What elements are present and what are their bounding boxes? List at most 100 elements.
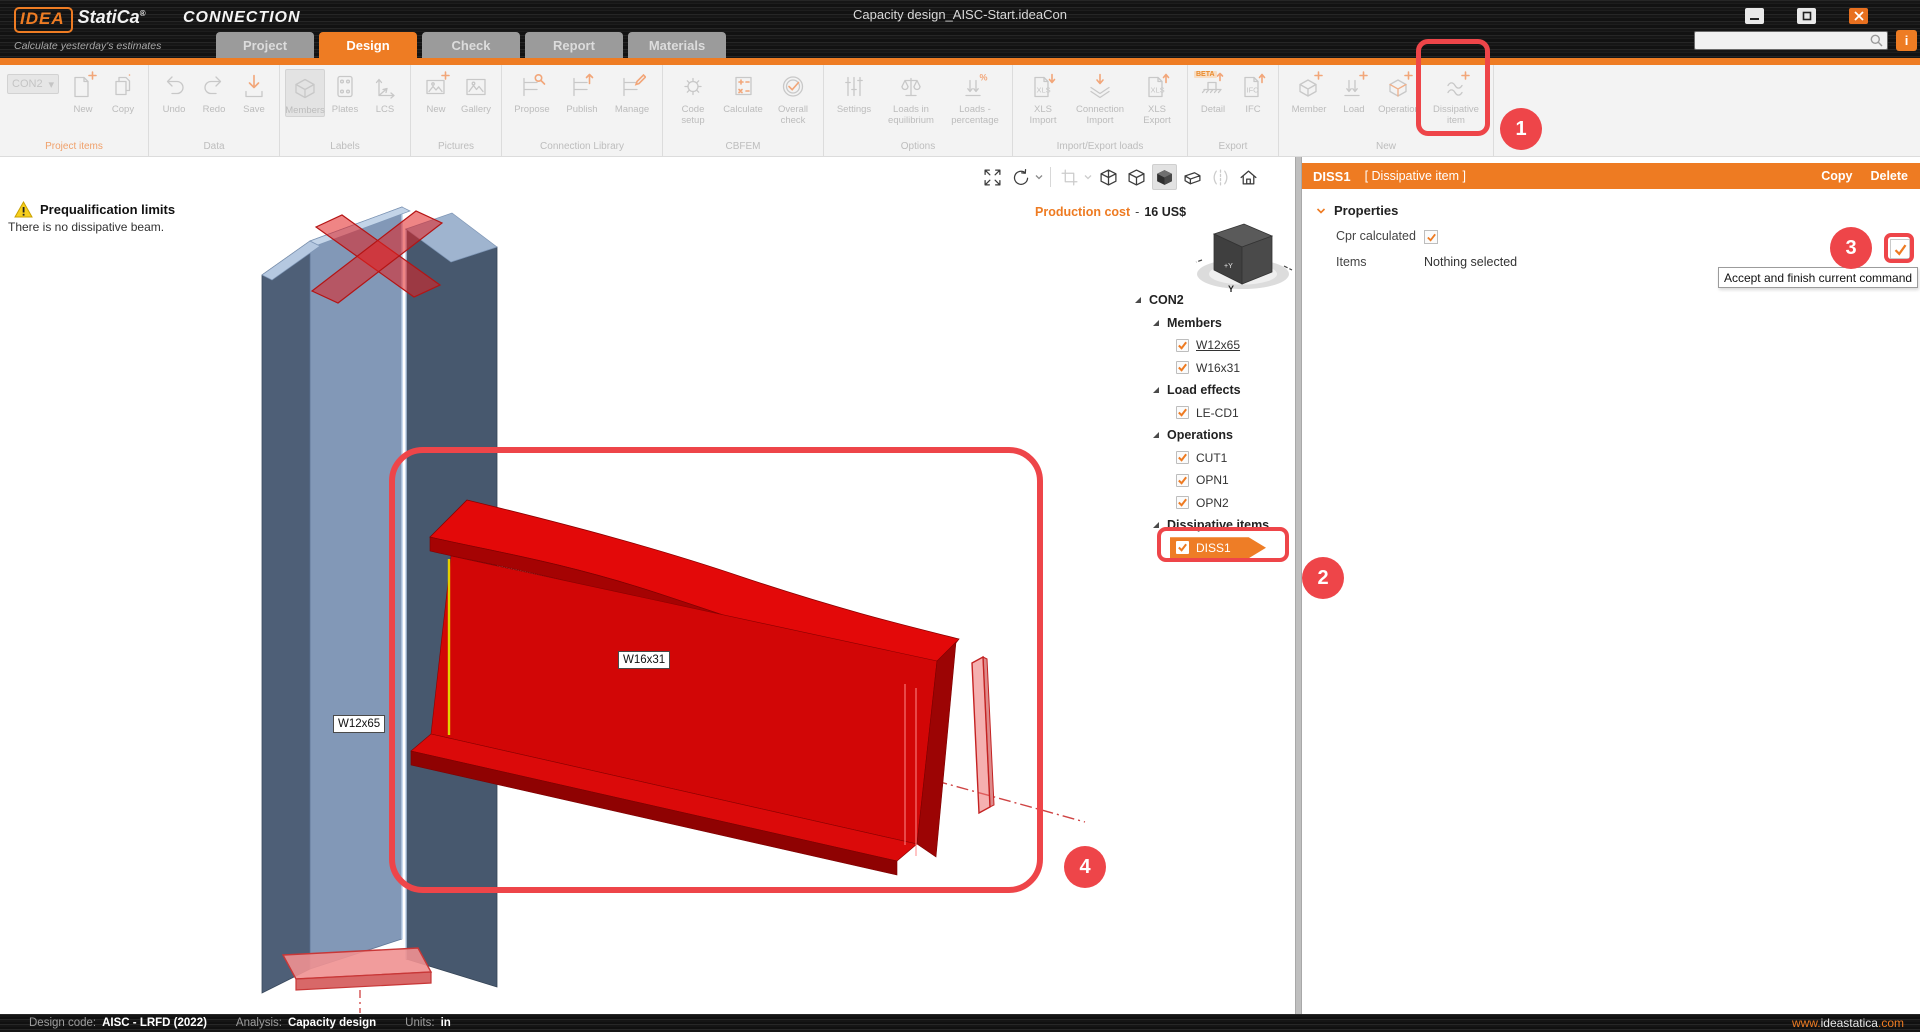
viewtool-rotate-button[interactable] [1008, 164, 1033, 190]
tree-checkbox[interactable] [1176, 406, 1189, 419]
ribbon-group-label: New [1279, 141, 1493, 157]
collapse-icon[interactable] [1152, 319, 1160, 327]
collapse-icon[interactable] [1134, 296, 1142, 304]
ribbon-button-load[interactable]: Load [1334, 69, 1374, 115]
ribbon-button-xls-export[interactable]: XLSXLS Export [1132, 69, 1182, 126]
viewtool-home-button[interactable] [1236, 164, 1261, 190]
tree-group-label: Dissipative items [1167, 518, 1269, 532]
ribbon-button-label: Save [243, 104, 265, 115]
tree-item-label: LE-CD1 [1196, 406, 1239, 420]
ribbon-button-member[interactable]: Member [1284, 69, 1334, 115]
tree-item-w12x65[interactable]: W12x65 [1132, 334, 1294, 357]
ribbon-button-label: Calculate [723, 104, 763, 115]
tree-group-operations[interactable]: Operations [1132, 424, 1294, 447]
website-link[interactable]: www.ideastatica.com [1792, 1016, 1904, 1030]
tab-design[interactable]: Design [319, 32, 417, 58]
tree-group-members[interactable]: Members [1132, 312, 1294, 335]
ribbon-button-calculate[interactable]: Calculate [718, 69, 768, 115]
cpr-calculated-checkbox[interactable] [1424, 230, 1438, 244]
tree-item-diss1[interactable]: DISS1 [1132, 537, 1294, 560]
tab-materials[interactable]: Materials [628, 32, 726, 58]
ribbon-button-lcs[interactable]: LCS [365, 69, 405, 115]
check-icon [1177, 407, 1188, 418]
ribbon-button-settings[interactable]: Settings [829, 69, 879, 115]
ribbon-button-new[interactable]: New [416, 69, 456, 115]
ribbon-button-manage[interactable]: Manage [607, 69, 657, 115]
tree-root-label: CON2 [1149, 293, 1184, 307]
collapse-icon[interactable] [1152, 431, 1160, 439]
tree-checkbox[interactable] [1176, 451, 1189, 464]
tree-checkbox[interactable] [1176, 541, 1189, 554]
tree-checkbox[interactable] [1176, 474, 1189, 487]
ribbon-button-xls-import[interactable]: XLSXLS Import [1018, 69, 1068, 126]
ribbon-button-overall-check[interactable]: Overall check [768, 69, 818, 126]
ribbon-button-dissipative-item[interactable]: Dissipative item [1424, 69, 1488, 126]
info-icon: i [1905, 33, 1909, 48]
tree-group-dissipative-items[interactable]: Dissipative items [1132, 514, 1294, 537]
ribbon-button-plates[interactable]: Plates [325, 69, 365, 115]
ribbon-button-ifc[interactable]: IFCIFC [1233, 69, 1273, 115]
ribbon-button-loads-percentage[interactable]: %Loads - percentage [943, 69, 1007, 126]
tree-item-w16x31[interactable]: W16x31 [1132, 357, 1294, 380]
ribbon-button-save[interactable]: Save [234, 69, 274, 115]
viewtool-section-button[interactable] [1057, 164, 1082, 190]
ribbon-button-members[interactable]: Members [285, 69, 325, 117]
ribbon-button-label: Load [1343, 104, 1364, 115]
ribbon-button-detail[interactable]: BETADetail [1193, 69, 1233, 115]
gallery-icon [462, 70, 490, 103]
viewtool-fit-button[interactable] [980, 164, 1005, 190]
tree-group-load-effects[interactable]: Load effects [1132, 379, 1294, 402]
tab-check[interactable]: Check [422, 32, 520, 58]
ribbon-button-undo[interactable]: Undo [154, 69, 194, 115]
ribbon-button-copy[interactable]: Copy [103, 69, 143, 115]
accept-command-checkbox[interactable] [1890, 239, 1910, 259]
tab-project[interactable]: Project [216, 32, 314, 58]
tree-item-opn2[interactable]: OPN2 [1132, 492, 1294, 515]
properties-section[interactable]: Properties [1316, 203, 1398, 218]
viewtool-cube-solid-button[interactable] [1152, 164, 1177, 190]
ribbon-button-publish[interactable]: Publish [557, 69, 607, 115]
tree-item-opn1[interactable]: OPN1 [1132, 469, 1294, 492]
manage-icon [618, 70, 646, 103]
ribbon-button-code-setup[interactable]: Code setup [668, 69, 718, 126]
minimize-button[interactable] [1745, 8, 1764, 24]
ribbon-button-connection-import[interactable]: Connection Import [1068, 69, 1132, 126]
ribbon-button-new[interactable]: New [63, 69, 103, 115]
chevron-down-icon[interactable] [1034, 172, 1044, 182]
panel-splitter[interactable] [1295, 157, 1302, 1014]
tree-item-cut1[interactable]: CUT1 [1132, 447, 1294, 470]
tree-checkbox[interactable] [1176, 339, 1189, 352]
info-button[interactable]: i [1896, 30, 1917, 51]
viewtool-mirror-button[interactable] [1208, 164, 1233, 190]
status-label: Units: [405, 1017, 434, 1029]
tree-item-le-cd1[interactable]: LE-CD1 [1132, 402, 1294, 425]
viewtool-cube-hidden-button[interactable] [1124, 164, 1149, 190]
copy-button[interactable]: Copy [1821, 169, 1852, 183]
viewport-3d[interactable]: Prequalification limits There is no diss… [0, 157, 1295, 1014]
ribbon-button-loads-in-equilibrium[interactable]: Loads in equilibrium [879, 69, 943, 126]
viewtool-cube-ghost-button[interactable] [1180, 164, 1205, 190]
maximize-button[interactable] [1797, 8, 1816, 24]
delete-button[interactable]: Delete [1870, 169, 1908, 183]
ifc-icon: IFC [1239, 70, 1267, 103]
ribbon-button-redo[interactable]: Redo [194, 69, 234, 115]
ribbon-button-gallery[interactable]: Gallery [456, 69, 496, 115]
navigation-cube[interactable]: +Y Y [1190, 212, 1295, 296]
search-input[interactable] [1695, 35, 1869, 47]
collapse-icon[interactable] [1152, 386, 1160, 394]
tree-node-con2[interactable]: CON2 [1132, 289, 1294, 312]
status-label: Design code: [29, 1017, 96, 1029]
ribbon-button-operation[interactable]: Operation [1374, 69, 1424, 115]
ribbon-button-label: Detail [1201, 104, 1225, 115]
search-box[interactable] [1694, 31, 1888, 50]
collapse-icon[interactable] [1152, 521, 1160, 529]
tree-checkbox[interactable] [1176, 361, 1189, 374]
viewtool-cube-wire-button[interactable] [1096, 164, 1121, 190]
ribbon-button-label: LCS [376, 104, 394, 115]
project-item-selector[interactable]: CON2▾ [7, 74, 59, 94]
close-button[interactable] [1849, 8, 1868, 24]
chevron-down-icon[interactable] [1083, 172, 1093, 182]
tree-checkbox[interactable] [1176, 496, 1189, 509]
tab-report[interactable]: Report [525, 32, 623, 58]
ribbon-button-propose[interactable]: Propose [507, 69, 557, 115]
